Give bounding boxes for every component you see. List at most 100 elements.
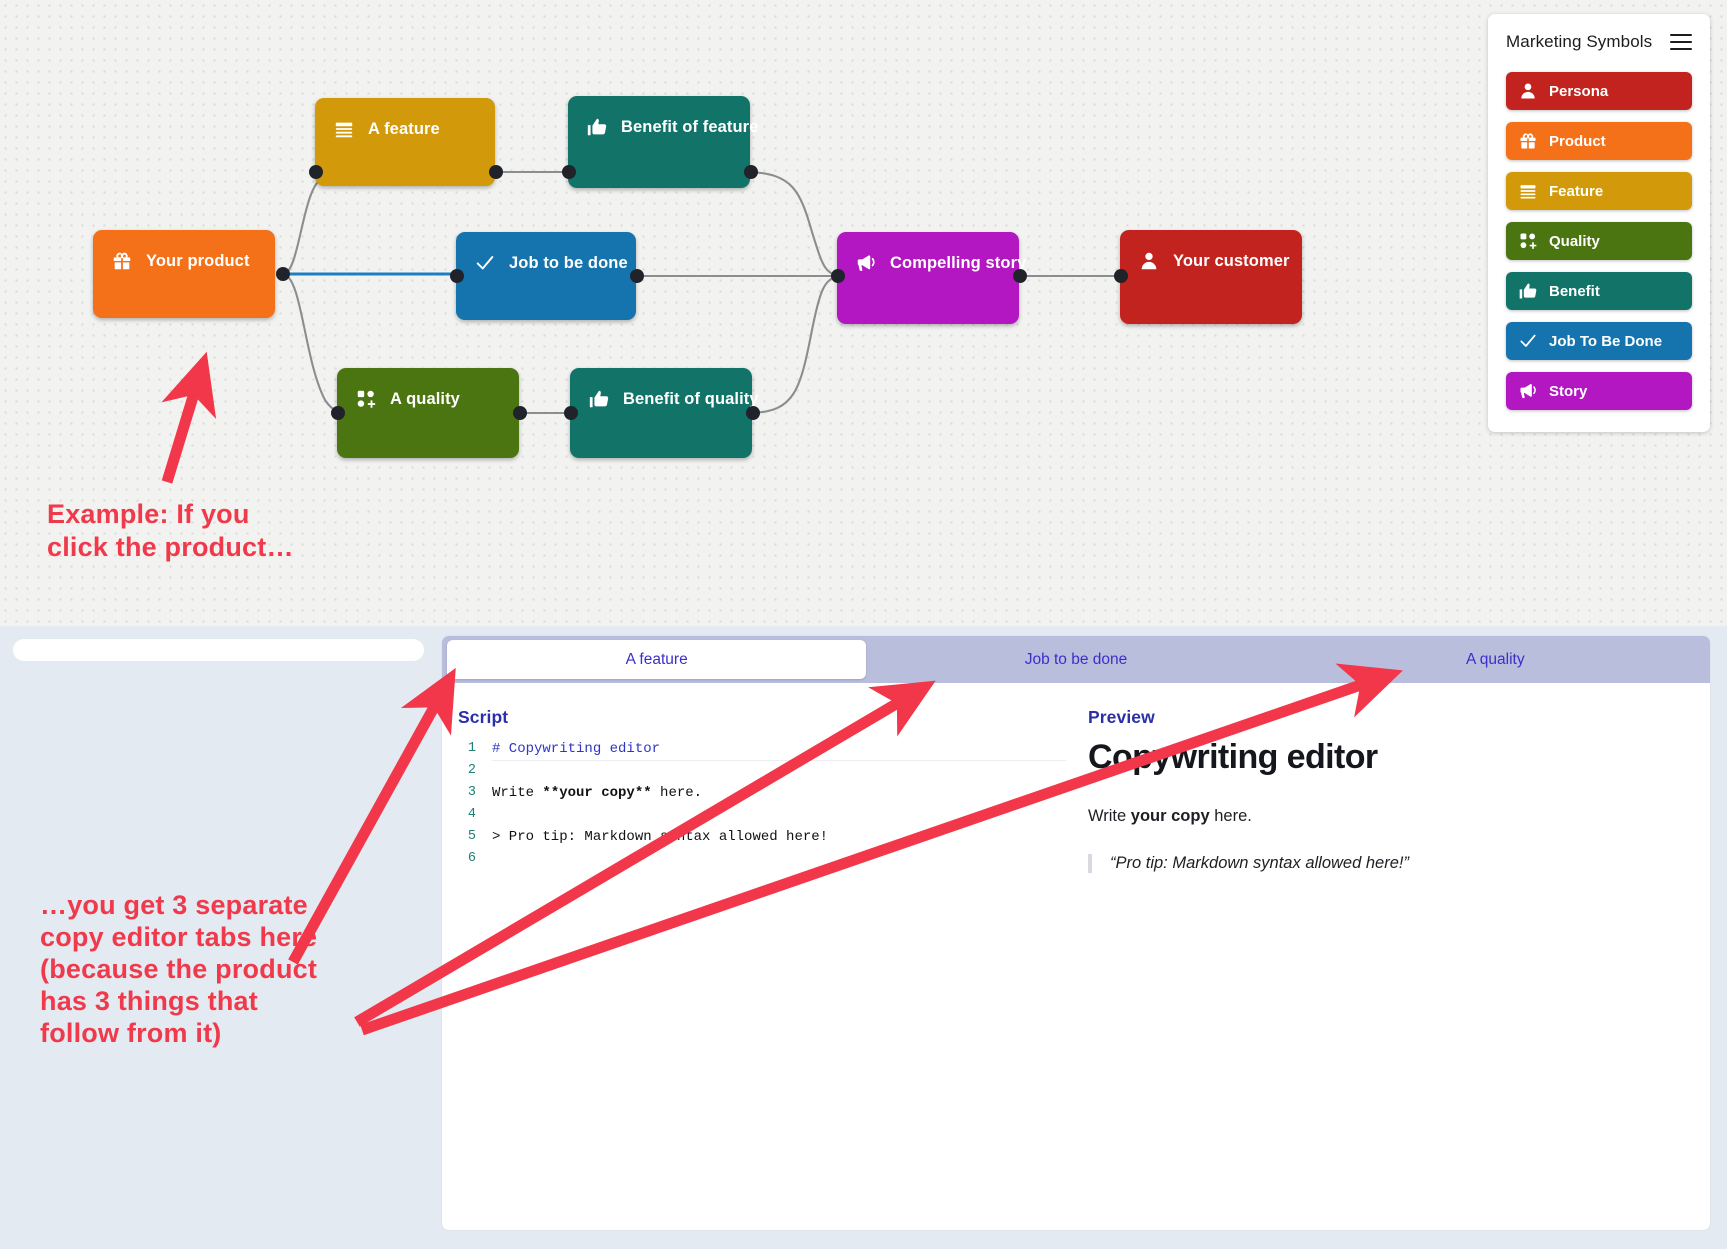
left-pill-placeholder — [13, 639, 424, 661]
editor-card: A feature Job to be done A quality Scrip… — [441, 635, 1711, 1231]
node-port — [489, 165, 503, 179]
annotation-line: copy editor tabs here — [40, 922, 318, 952]
script-code-area[interactable]: 1 # Copywriting editor 2 3 Write **your … — [458, 738, 1066, 870]
node-port — [309, 165, 323, 179]
node-a-feature[interactable]: A feature — [315, 98, 495, 186]
palette-item-label: Quality — [1549, 232, 1600, 250]
node-port — [630, 269, 644, 283]
node-port — [1114, 269, 1128, 283]
line-number: 5 — [467, 829, 476, 844]
node-port — [513, 406, 527, 420]
code-line[interactable]: 1 # Copywriting editor — [458, 738, 1066, 761]
preview-paragraph-bold: your copy — [1130, 807, 1210, 825]
palette-title: Marketing Symbols — [1506, 32, 1653, 51]
editor-body: Script 1 # Copywriting editor 2 3 Write … — [442, 683, 1710, 873]
line-text — [492, 760, 1066, 782]
palette-item-benefit[interactable]: Benefit — [1506, 272, 1692, 310]
annotation-line: …you get 3 separate — [40, 890, 308, 920]
palette-item-label: Story — [1549, 382, 1588, 400]
annotation-line: has 3 things that — [40, 986, 258, 1016]
preview-paragraph-post: here. — [1209, 807, 1252, 825]
code-line[interactable]: 4 — [458, 804, 1066, 826]
line-number: 4 — [467, 807, 476, 822]
tab-a-quality[interactable]: A quality — [1286, 640, 1705, 679]
code-line[interactable]: 6 — [458, 848, 1066, 870]
palette-item-feature[interactable]: Feature — [1506, 172, 1692, 210]
line-text: > Pro tip: Markdown syntax allowed here! — [492, 829, 829, 845]
script-title: Script — [458, 707, 509, 727]
thumbs-up-icon — [588, 388, 610, 410]
code-line[interactable]: 2 — [458, 760, 1066, 782]
palette-item-label: Product — [1549, 132, 1606, 150]
list-icon — [333, 118, 355, 140]
line-text — [492, 848, 1066, 870]
megaphone-icon — [855, 252, 877, 274]
code-line[interactable]: 3 Write **your copy** here. — [458, 782, 1066, 804]
palette-item-label: Feature — [1549, 182, 1604, 200]
node-port — [831, 269, 845, 283]
palette-item-story[interactable]: Story — [1506, 372, 1692, 410]
node-label: Your product — [146, 252, 250, 270]
annotation-bottom-note: …you get 3 separate copy editor tabs her… — [40, 889, 317, 1049]
palette-header: Marketing Symbols — [1506, 32, 1692, 52]
check-icon — [474, 252, 496, 274]
marketing-symbols-panel[interactable]: Marketing Symbols Persona Product Featur… — [1488, 14, 1710, 432]
preview-blockquote: “Pro tip: Markdown syntax allowed here!” — [1088, 854, 1680, 873]
preview-paragraph-pre: Write — [1088, 807, 1131, 825]
blocks-plus-icon — [355, 388, 377, 410]
node-label: Compelling story — [890, 254, 1027, 272]
tab-job-to-be-done[interactable]: Job to be done — [866, 640, 1285, 679]
palette-item-label: Persona — [1549, 82, 1609, 100]
annotation-top-note: Example: If you click the product… — [47, 498, 294, 564]
node-port — [331, 406, 345, 420]
annotation-line: follow from it) — [40, 1018, 222, 1048]
thumbs-up-icon — [1518, 281, 1538, 301]
node-port — [450, 269, 464, 283]
tab-label: Job to be done — [1024, 650, 1128, 668]
code-line[interactable]: 5 > Pro tip: Markdown syntax allowed her… — [458, 826, 1066, 848]
node-label: Benefit of feature — [621, 118, 759, 136]
preview-heading: Copywriting editor — [1088, 738, 1378, 776]
palette-item-quality[interactable]: Quality — [1506, 222, 1692, 260]
line-text: Write **your copy** here. — [492, 785, 703, 801]
palette-item-job-to-be-done[interactable]: Job To Be Done — [1506, 322, 1692, 360]
megaphone-icon — [1518, 381, 1538, 401]
tab-a-feature[interactable]: A feature — [447, 640, 867, 679]
editor-tabbar[interactable]: A feature Job to be done A quality — [442, 636, 1710, 683]
line-number: 1 — [467, 741, 476, 756]
node-label: Job to be done — [509, 254, 628, 272]
line-number: 3 — [467, 785, 476, 800]
gift-icon — [111, 250, 133, 272]
node-port — [562, 165, 576, 179]
node-compelling-story[interactable]: Compelling story — [837, 232, 1026, 324]
tab-label: A feature — [625, 650, 688, 668]
check-icon — [1518, 331, 1538, 351]
node-your-customer[interactable]: Your customer — [1120, 230, 1302, 324]
node-label: Benefit of quality — [623, 390, 759, 408]
node-port — [564, 406, 578, 420]
node-your-product[interactable]: Your product — [93, 230, 275, 318]
gift-icon — [1518, 131, 1538, 151]
app-root: Your product A feature Benefit of featur… — [0, 0, 1727, 1249]
list-icon — [1518, 181, 1538, 201]
line-number: 2 — [467, 763, 476, 778]
node-port — [744, 165, 758, 179]
node-benefit-of-feature[interactable]: Benefit of feature — [568, 96, 758, 188]
palette-item-label: Job To Be Done — [1549, 332, 1663, 350]
palette-item-product[interactable]: Product — [1506, 122, 1692, 160]
palette-item-persona[interactable]: Persona — [1506, 72, 1692, 110]
line-text — [492, 804, 1066, 826]
hamburger-icon[interactable] — [1670, 34, 1692, 50]
node-label: A quality — [390, 390, 460, 408]
preview-pane: Preview Copywriting editor Write your co… — [1066, 707, 1710, 873]
blocks-plus-icon — [1518, 231, 1538, 251]
node-a-quality[interactable]: A quality — [337, 368, 519, 458]
line-text: # Copywriting editor — [492, 738, 1066, 761]
line-number: 6 — [467, 851, 476, 866]
node-label: Your customer — [1173, 252, 1290, 270]
node-benefit-of-quality[interactable]: Benefit of quality — [570, 368, 759, 458]
node-job-to-be-done[interactable]: Job to be done — [456, 232, 636, 320]
node-port — [276, 267, 290, 281]
tab-label: A quality — [1466, 650, 1525, 668]
thumbs-up-icon — [586, 116, 608, 138]
